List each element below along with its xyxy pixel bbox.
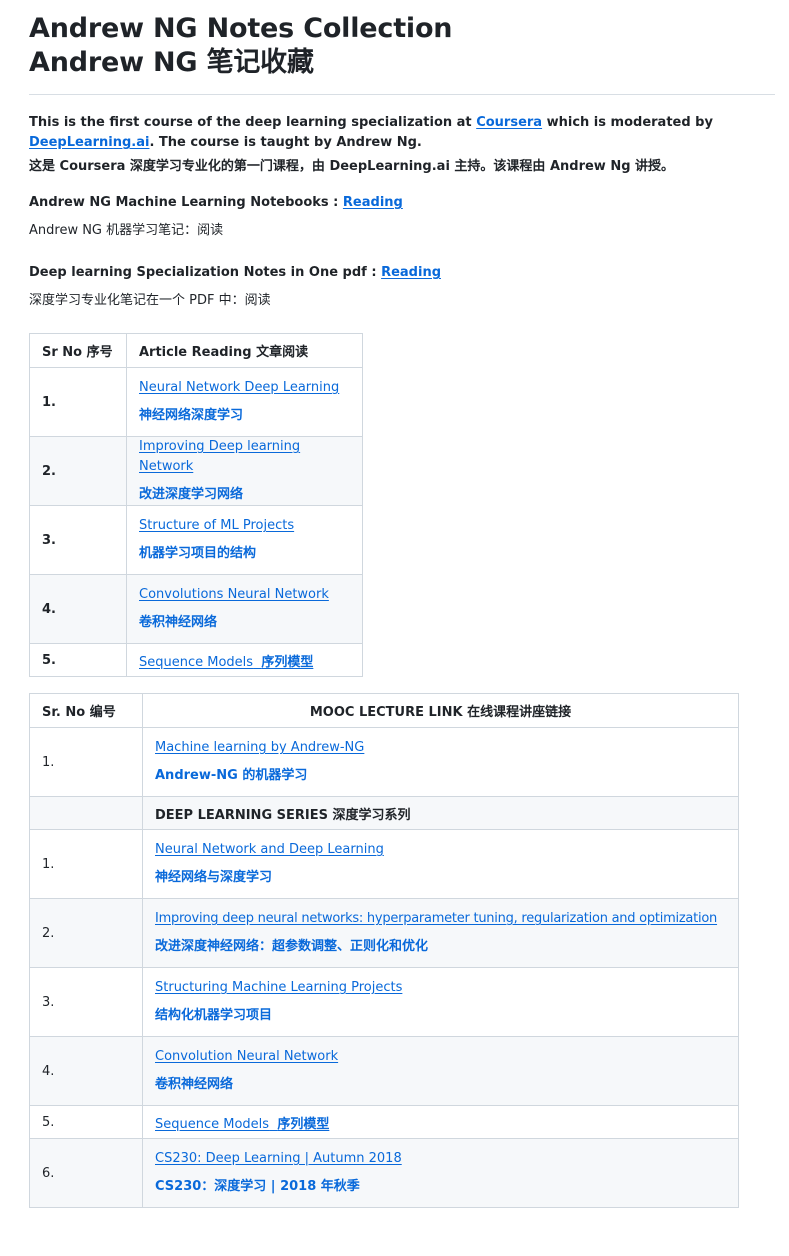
table-header-row: Sr No 序号 Article Reading 文章阅读 [29, 333, 363, 368]
series-heading-row: DEEP LEARNING SERIES 深度学习系列 [29, 796, 739, 830]
dl-pdf-reading-link[interactable]: Reading [381, 265, 441, 280]
series-heading-empty [29, 796, 143, 830]
article-link-en[interactable]: Convolutions Neural Network [139, 585, 350, 605]
lecture-link-en[interactable]: Convolution Neural Network [155, 1047, 726, 1067]
intro-zh: 这是 Coursera 深度学习专业化的第一门课程，由 DeepLearning… [29, 159, 675, 174]
lecture-link-en[interactable]: Improving deep neural networks: hyperpar… [155, 909, 726, 929]
lecture-link-zh[interactable]: 改进深度神经网络：超参数调整、正则化和优化 [155, 937, 726, 957]
article-link-zh[interactable]: 卷积神经网络 [139, 613, 350, 633]
row-links: Neural Network Deep Learning 神经网络深度学习 [126, 367, 363, 437]
readme-page: Andrew NG Notes Collection Andrew NG 笔记收… [0, 0, 789, 1208]
table-header-row: Sr. No 编号 MOOC LECTURE LINK 在线课程讲座链接 [29, 693, 739, 728]
lecture-link-combined[interactable]: Sequence Models 序列模型 [155, 1117, 329, 1132]
article-link-zh[interactable]: 机器学习项目的结构 [139, 544, 350, 564]
row-links: Neural Network and Deep Learning 神经网络与深度… [142, 829, 739, 899]
mooc-lecture-table: Sr. No 编号 MOOC LECTURE LINK 在线课程讲座链接 1. … [29, 693, 739, 1208]
row-links: Sequence Models 序列模型 [142, 1105, 739, 1139]
table-row: 1. Machine learning by Andrew-NG Andrew-… [29, 727, 739, 797]
row-number: 3. [29, 967, 143, 1037]
row-number: 2. [29, 898, 143, 968]
ml-notebooks-reading-link[interactable]: Reading [343, 195, 403, 210]
page-title-zh: Andrew NG 笔记收藏 [29, 47, 314, 78]
row-links: Structure of ML Projects 机器学习项目的结构 [126, 505, 363, 575]
table-row: 5. Sequence Models 序列模型 [29, 643, 363, 677]
page-title-en: Andrew NG Notes Collection [29, 13, 453, 44]
intro-en-prefix: This is the first course of the deep lea… [29, 115, 477, 130]
article-link-en[interactable]: Improving Deep learning Network [139, 437, 350, 477]
table-header-srno: Sr No 序号 [29, 333, 127, 368]
table-row: 1. Neural Network and Deep Learning 神经网络… [29, 829, 739, 899]
row-links: Convolutions Neural Network 卷积神经网络 [126, 574, 363, 644]
table-row: 1. Neural Network Deep Learning 神经网络深度学习 [29, 367, 363, 437]
row-links: Structuring Machine Learning Projects 结构… [142, 967, 739, 1037]
table-header-srno: Sr. No 编号 [29, 693, 143, 728]
article-link-zh: 序列模型 [261, 654, 314, 670]
lecture-link-en: Sequence Models [155, 1116, 270, 1132]
lecture-link-zh[interactable]: CS230：深度学习 | 2018 年秋季 [155, 1177, 726, 1197]
dl-pdf-zh: 深度学习专业化笔记在一个 PDF 中：阅读 [29, 293, 271, 308]
table-row: 3. Structuring Machine Learning Projects… [29, 967, 739, 1037]
row-number: 2. [29, 436, 127, 506]
row-links: Machine learning by Andrew-NG Andrew-NG … [142, 727, 739, 797]
lecture-link-zh[interactable]: 神经网络与深度学习 [155, 868, 726, 888]
row-links: Improving Deep learning Network 改进深度学习网络 [126, 436, 363, 506]
intro-en: This is the first course of the deep lea… [29, 113, 775, 153]
ml-notebooks-line: Andrew NG Machine Learning Notebooks : R… [29, 193, 775, 213]
lecture-link-en[interactable]: Structuring Machine Learning Projects [155, 978, 726, 998]
lecture-link-zh[interactable]: 卷积神经网络 [155, 1075, 726, 1095]
row-number: 1. [29, 829, 143, 899]
intro-section: This is the first course of the deep lea… [29, 113, 775, 177]
row-number: 1. [29, 367, 127, 437]
article-link-en[interactable]: Structure of ML Projects [139, 516, 350, 536]
article-link-combined[interactable]: Sequence Models 序列模型 [139, 655, 313, 670]
dl-pdf-line: Deep learning Specialization Notes in On… [29, 263, 775, 283]
article-link-en[interactable]: Neural Network Deep Learning [139, 378, 350, 398]
dl-pdf-label: Deep learning Specialization Notes in On… [29, 265, 382, 280]
row-number: 6. [29, 1138, 143, 1208]
ml-notebooks-zh: Andrew NG 机器学习笔记：阅读 [29, 223, 224, 238]
row-number: 5. [29, 1105, 143, 1139]
deeplearning-ai-link[interactable]: DeepLearning.ai [29, 135, 149, 150]
row-number: 4. [29, 1036, 143, 1106]
article-link-zh[interactable]: 改进深度学习网络 [139, 485, 350, 505]
intro-en-middle: which is moderated by [542, 115, 713, 130]
lecture-link-en[interactable]: CS230: Deep Learning | Autumn 2018 [155, 1149, 726, 1169]
lecture-link-zh: 序列模型 [277, 1116, 330, 1132]
table-row: 6. CS230: Deep Learning | Autumn 2018 CS… [29, 1138, 739, 1208]
row-number: 1. [29, 727, 143, 797]
article-reading-table: Sr No 序号 Article Reading 文章阅读 1. Neural … [29, 333, 363, 677]
dl-pdf-section: Deep learning Specialization Notes in On… [29, 263, 775, 311]
article-link-en: Sequence Models [139, 654, 254, 670]
row-number: 3. [29, 505, 127, 575]
row-number: 4. [29, 574, 127, 644]
page-title: Andrew NG Notes Collection Andrew NG 笔记收… [29, 0, 775, 95]
lecture-link-en[interactable]: Machine learning by Andrew-NG [155, 738, 726, 758]
row-links: CS230: Deep Learning | Autumn 2018 CS230… [142, 1138, 739, 1208]
row-links: Improving deep neural networks: hyperpar… [142, 898, 739, 968]
lecture-link-en[interactable]: Neural Network and Deep Learning [155, 840, 726, 860]
ml-notebooks-section: Andrew NG Machine Learning Notebooks : R… [29, 193, 775, 241]
table-row: 4. Convolutions Neural Network 卷积神经网络 [29, 574, 363, 644]
intro-en-suffix: . The course is taught by Andrew Ng. [149, 135, 422, 150]
series-heading: DEEP LEARNING SERIES 深度学习系列 [142, 796, 739, 830]
lecture-link-zh[interactable]: 结构化机器学习项目 [155, 1006, 726, 1026]
table-row: 4. Convolution Neural Network 卷积神经网络 [29, 1036, 739, 1106]
row-links: Convolution Neural Network 卷积神经网络 [142, 1036, 739, 1106]
coursera-link[interactable]: Coursera [476, 115, 542, 130]
table-row: 5. Sequence Models 序列模型 [29, 1105, 739, 1139]
table-row: 2. Improving Deep learning Network 改进深度学… [29, 436, 363, 506]
ml-notebooks-label: Andrew NG Machine Learning Notebooks : [29, 195, 343, 210]
table-row: 3. Structure of ML Projects 机器学习项目的结构 [29, 505, 363, 575]
lecture-link-zh[interactable]: Andrew-NG 的机器学习 [155, 766, 726, 786]
row-number: 5. [29, 643, 127, 677]
table-header-mooc: MOOC LECTURE LINK 在线课程讲座链接 [142, 693, 739, 728]
row-links: Sequence Models 序列模型 [126, 643, 363, 677]
article-link-zh[interactable]: 神经网络深度学习 [139, 406, 350, 426]
table-row: 2. Improving deep neural networks: hyper… [29, 898, 739, 968]
table-header-article: Article Reading 文章阅读 [126, 333, 363, 368]
